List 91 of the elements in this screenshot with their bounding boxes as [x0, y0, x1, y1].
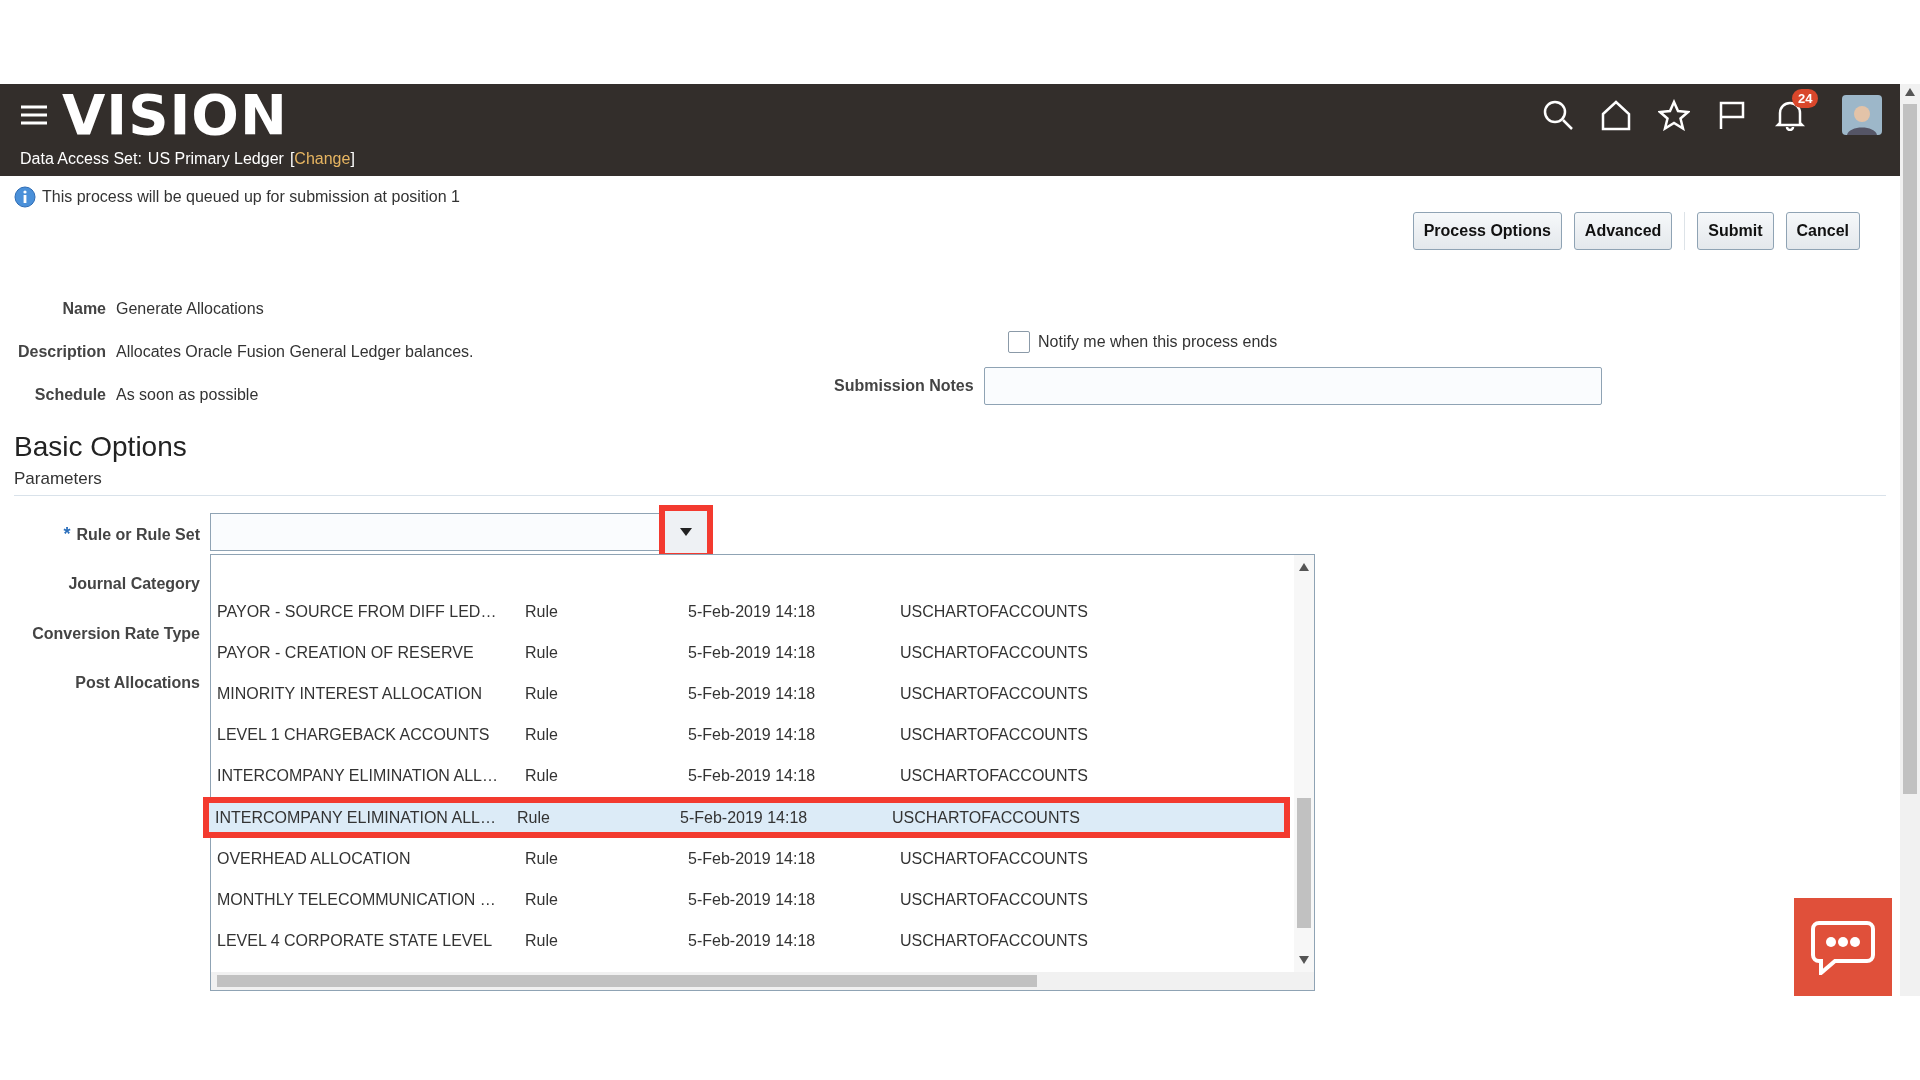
- chart-of-accounts: USCHARTOFACCOUNTS: [900, 767, 1089, 786]
- chart-of-accounts: USCHARTOFACCOUNTS: [900, 684, 1089, 703]
- rule-name: LEVEL 4 CORPORATE STATE LEVEL: [217, 932, 494, 951]
- rule-name: MINORITY INTEREST ALLOCATION: [217, 684, 483, 703]
- submission-notes-field[interactable]: [983, 367, 1602, 405]
- change-link[interactable]: Change: [294, 150, 351, 167]
- field-label: Submission Notes: [834, 377, 974, 395]
- action-button[interactable]: Process Options: [1412, 212, 1562, 250]
- rule-date: 5-Feb-2019 14:18: [688, 726, 817, 745]
- list-row[interactable]: MONTHLY TELECOMMUNICATION … Rule 5-Feb-2019 14:18 USCHARTOFACCOUNTS: [211, 879, 1294, 921]
- rule-date: 5-Feb-2019 14:18: [688, 602, 817, 621]
- chart-of-accounts: USCHARTOFACCOUNTS: [900, 932, 1089, 951]
- list-row[interactable]: OVERHEAD ALLOCATION Rule 5-Feb-2019 14:18 USCHARTOFACCOUNTS: [211, 838, 1294, 880]
- rule-type: Rule: [525, 849, 559, 868]
- notify-checkbox[interactable]: [1008, 331, 1030, 353]
- scroll-up-icon[interactable]: [1299, 563, 1309, 571]
- rule-date: 5-Feb-2019 14:18: [688, 849, 817, 868]
- rule-name: OVERHEAD ALLOCATION: [217, 849, 412, 868]
- scrollbar-thumb[interactable]: [1903, 104, 1917, 794]
- rule-type: Rule: [525, 602, 559, 621]
- data-access-label: Data Access Set:: [20, 150, 142, 168]
- field-label: Conversion Rate Type: [32, 623, 200, 644]
- field-label: Name: [61, 299, 106, 318]
- field-label: Post Allocations: [75, 673, 200, 694]
- caret-icon: [680, 528, 692, 536]
- info-icon: [14, 186, 36, 208]
- rule-type: Rule: [525, 890, 559, 909]
- checkbox-label: Notify me when this process ends: [1038, 333, 1278, 351]
- chat-icon: [1811, 919, 1875, 975]
- rule-date: 5-Feb-2019 14:18: [680, 808, 809, 827]
- list-row[interactable]: LEVEL 4 CORPORATE STATE LEVEL Rule 5-Feb-2019 14:18 USCHARTOFACCOUNTS: [211, 920, 1294, 962]
- logo[interactable]: VISION: [62, 87, 288, 143]
- chart-of-accounts: USCHARTOFACCOUNTS: [892, 808, 1081, 827]
- horizontal-scrollbar[interactable]: [211, 971, 1314, 990]
- avatar[interactable]: [1842, 95, 1882, 135]
- home-icon[interactable]: [1600, 99, 1632, 131]
- rule-date: 5-Feb-2019 14:18: [688, 767, 817, 786]
- field-label: Schedule: [33, 385, 106, 404]
- rule-name: MONTHLY TELECOMMUNICATION …: [217, 890, 497, 909]
- chart-of-accounts: USCHARTOFACCOUNTS: [900, 643, 1089, 662]
- field-value: Allocates Oracle Fusion General Ledger balances.: [116, 342, 475, 361]
- list-row[interactable]: MINORITY INTEREST ALLOCATION Rule 5-Feb-2019 14:18 USCHARTOFACCOUNTS: [211, 673, 1294, 715]
- rule-type: Rule: [525, 932, 559, 951]
- rule-type: Rule: [517, 808, 551, 827]
- field-value: As soon as possible: [116, 385, 260, 404]
- scrollbar-thumb[interactable]: [1297, 798, 1311, 929]
- star-icon[interactable]: [1658, 99, 1690, 131]
- rule-date: 5-Feb-2019 14:18: [688, 684, 817, 703]
- rule-date: 5-Feb-2019 14:18: [688, 890, 817, 909]
- chart-of-accounts: USCHARTOFACCOUNTS: [900, 602, 1089, 621]
- action-button[interactable]: Submit: [1697, 212, 1774, 250]
- action-button[interactable]: Cancel: [1785, 212, 1860, 250]
- list-row[interactable]: INTERCOMPANY ELIMINATION ALL… Rule 5-Feb-2019 14:18 USCHARTOFACCOUNTS: [211, 755, 1294, 797]
- rule-name: INTERCOMPANY ELIMINATION ALL…: [214, 808, 497, 827]
- scrollbar-thumb[interactable]: [217, 974, 1037, 987]
- rule-date: 5-Feb-2019 14:18: [688, 932, 817, 951]
- chart-of-accounts: USCHARTOFACCOUNTS: [900, 849, 1089, 868]
- search-icon[interactable]: [1542, 99, 1574, 131]
- scroll-up-icon[interactable]: [1905, 88, 1915, 96]
- required-mark: *: [63, 524, 71, 546]
- list-row[interactable]: LEVEL 1 CHARGEBACK ACCOUNTS Rule 5-Feb-2019 14:18 USCHARTOFACCOUNTS: [211, 714, 1294, 756]
- field-label: Journal Category: [68, 574, 200, 595]
- rule-type: Rule: [525, 643, 559, 662]
- change-link-wrapper: [Change]: [289, 150, 355, 168]
- rule-type: Rule: [525, 767, 559, 786]
- action-button[interactable]: Advanced: [1573, 212, 1673, 250]
- scrollbar[interactable]: [1294, 555, 1314, 972]
- notification-badge: 24: [1792, 89, 1819, 108]
- field-value: Generate Allocations: [116, 299, 265, 318]
- field-label: * Rule or Rule Set: [63, 523, 200, 548]
- section-title: Basic Options: [14, 431, 188, 463]
- chart-of-accounts: USCHARTOFACCOUNTS: [900, 890, 1089, 909]
- chat-button[interactable]: [1794, 898, 1892, 996]
- rule-type: Rule: [525, 684, 559, 703]
- rule-name: LEVEL 1 CHARGEBACK ACCOUNTS: [217, 726, 491, 745]
- rule-name: PAYOR - SOURCE FROM DIFF LED…: [217, 602, 498, 621]
- chart-of-accounts: USCHARTOFACCOUNTS: [900, 726, 1089, 745]
- page-scrollbar[interactable]: [1900, 84, 1920, 996]
- info-message: This process will be queued up for submission at position 1: [42, 188, 460, 206]
- menu-icon[interactable]: [20, 104, 48, 126]
- subsection-title: Parameters: [14, 469, 1886, 496]
- rule-name: PAYOR - CREATION OF RESERVE: [217, 643, 475, 662]
- rule-type: Rule: [525, 726, 559, 745]
- list-row[interactable]: PAYOR - SOURCE FROM DIFF LED… Rule 5-Feb-2019 14:18 USCHARTOFACCOUNTS: [211, 591, 1294, 633]
- list-row[interactable]: INTERCOMPANY ELIMINATION ALL… Rule 5-Feb-2019 14:18 USCHARTOFACCOUNTS: [203, 796, 1290, 839]
- data-access-value: US Primary Ledger: [147, 150, 284, 168]
- rule-name: INTERCOMPANY ELIMINATION ALL…: [217, 767, 499, 786]
- scroll-down-icon[interactable]: [1299, 955, 1309, 964]
- list-row[interactable]: PAYOR - CREATION OF RESERVE Rule 5-Feb-2019 14:18 USCHARTOFACCOUNTS: [211, 632, 1294, 674]
- field-label: Description: [17, 342, 106, 361]
- rule-date: 5-Feb-2019 14:18: [688, 643, 817, 662]
